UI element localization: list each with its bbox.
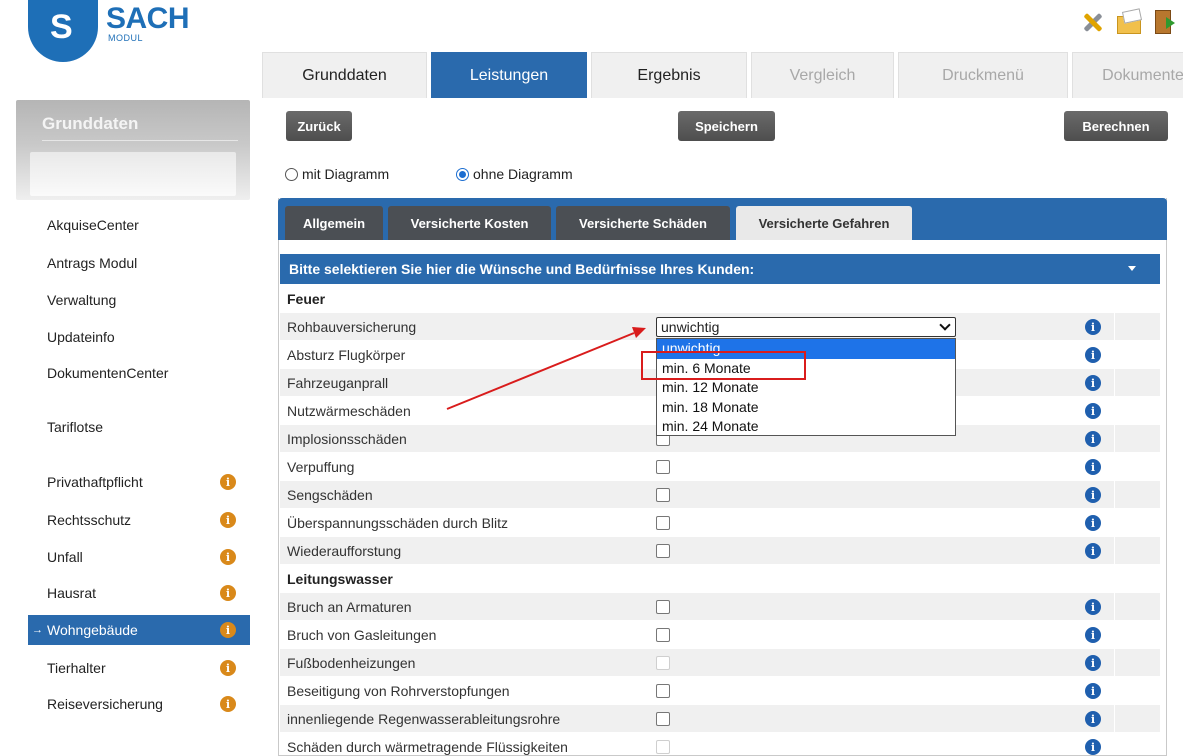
info-icon[interactable]: i xyxy=(1085,711,1101,727)
radio-icon[interactable] xyxy=(285,167,298,181)
info-icon[interactable]: i xyxy=(1085,655,1101,671)
checkbox-disabled xyxy=(656,740,670,754)
row-bruch-armaturen: Bruch an Armaturen i xyxy=(280,593,1160,621)
info-icon[interactable]: i xyxy=(220,512,236,528)
arrow-right-icon: → xyxy=(32,624,43,636)
info-icon[interactable]: i xyxy=(1085,487,1101,503)
radio-with-diagram[interactable]: mit Diagramm xyxy=(285,166,389,182)
sidebar-item-dokumentencenter[interactable]: DokumentenCenter xyxy=(28,358,250,388)
info-icon[interactable]: i xyxy=(1085,375,1101,391)
info-icon[interactable]: i xyxy=(1085,403,1101,419)
sidebar-item-tariflotse[interactable]: Tariflotse xyxy=(28,412,250,442)
exit-icon[interactable] xyxy=(1151,8,1177,34)
export-icon[interactable] xyxy=(1115,8,1141,34)
sidebar-divider xyxy=(42,140,238,141)
sidebar-item-unfall[interactable]: Unfall i xyxy=(28,542,250,572)
sidebar-item-wohngebaeude[interactable]: → Wohngebäude i xyxy=(28,615,250,645)
sidebar-item-rechtsschutz[interactable]: Rechtsschutz i xyxy=(28,505,250,535)
group-feuer: Feuer xyxy=(280,285,1160,313)
row-wiederaufforstung: Wiederaufforstung i xyxy=(280,537,1160,565)
subtab-versicherte-schaeden[interactable]: Versicherte Schäden xyxy=(556,206,730,240)
dropdown-option[interactable]: min. 18 Monate xyxy=(657,398,955,418)
settings-icon[interactable] xyxy=(1079,8,1105,34)
group-leitungswasser: Leitungswasser xyxy=(280,565,1160,593)
info-icon[interactable]: i xyxy=(1085,543,1101,559)
calculate-button[interactable]: Berechnen xyxy=(1064,111,1168,141)
checkbox[interactable] xyxy=(656,544,670,558)
checkbox[interactable] xyxy=(656,460,670,474)
radio-checked-icon[interactable] xyxy=(456,167,469,181)
chevron-down-icon[interactable] xyxy=(939,319,951,331)
section-header[interactable]: Bitte selektieren Sie hier die Wünsche u… xyxy=(280,254,1160,284)
info-icon[interactable]: i xyxy=(1085,319,1101,335)
dropdown-option[interactable]: min. 24 Monate xyxy=(657,417,955,437)
info-icon[interactable]: i xyxy=(1085,515,1101,531)
rohbau-select[interactable]: unwichtig xyxy=(656,317,956,337)
logo-mark: S xyxy=(28,0,98,62)
info-icon[interactable]: i xyxy=(1085,431,1101,447)
subtab-versicherte-kosten[interactable]: Versicherte Kosten xyxy=(388,206,551,240)
checkbox-disabled xyxy=(656,656,670,670)
toolbar-icons xyxy=(1079,8,1177,34)
checkbox[interactable] xyxy=(656,628,670,642)
sidebar-item-antrags-modul[interactable]: Antrags Modul xyxy=(28,248,250,278)
info-icon[interactable]: i xyxy=(1085,683,1101,699)
radio-without-diagram[interactable]: ohne Diagramm xyxy=(456,166,573,182)
info-icon[interactable]: i xyxy=(220,549,236,565)
sidebar-item-tierhalter[interactable]: Tierhalter i xyxy=(28,653,250,683)
sidebar-header: Grunddaten xyxy=(16,100,250,200)
checkbox[interactable] xyxy=(656,488,670,502)
subtab-versicherte-gefahren[interactable]: Versicherte Gefahren xyxy=(736,206,912,240)
subtab-allgemein[interactable]: Allgemein xyxy=(285,206,383,240)
row-bruch-gasleitungen: Bruch von Gasleitungen i xyxy=(280,621,1160,649)
checkbox[interactable] xyxy=(656,600,670,614)
info-icon[interactable]: i xyxy=(1085,599,1101,615)
row-sengschaeden: Sengschäden i xyxy=(280,481,1160,509)
checkbox[interactable] xyxy=(656,712,670,726)
tab-vergleich: Vergleich xyxy=(751,52,894,98)
sidebar-item-updateinfo[interactable]: Updateinfo xyxy=(28,322,250,352)
sidebar-item-akquisecenter[interactable]: AkquiseCenter xyxy=(28,210,250,240)
info-icon[interactable]: i xyxy=(1085,347,1101,363)
save-button[interactable]: Speichern xyxy=(678,111,775,141)
back-button[interactable]: Zurück xyxy=(286,111,352,141)
row-verpuffung: Verpuffung i xyxy=(280,453,1160,481)
row-regenwasserableitungsrohre: innenliegende Regenwasserableitungsrohre… xyxy=(280,705,1160,733)
sidebar-info-box xyxy=(30,152,236,196)
info-icon[interactable]: i xyxy=(1085,459,1101,475)
tab-grunddaten[interactable]: Grunddaten xyxy=(262,52,427,98)
sidebar-item-privathaftpflicht[interactable]: Privathaftpflicht i xyxy=(28,467,250,497)
row-fussbodenheizungen: Fußbodenheizungen i xyxy=(280,649,1160,677)
info-icon[interactable]: i xyxy=(1085,739,1101,755)
caret-down-icon[interactable] xyxy=(1128,266,1136,271)
sidebar-item-hausrat[interactable]: Hausrat i xyxy=(28,578,250,608)
checkbox[interactable] xyxy=(656,516,670,530)
tab-ergebnis[interactable]: Ergebnis xyxy=(591,52,747,98)
info-icon[interactable]: i xyxy=(1085,627,1101,643)
row-rohrverstopfungen: Beseitigung von Rohrverstopfungen i xyxy=(280,677,1160,705)
tab-dokumente: Dokumente xyxy=(1072,52,1183,98)
info-icon[interactable]: i xyxy=(220,474,236,490)
logo-subtitle: MODUL xyxy=(108,33,144,43)
info-icon[interactable]: i xyxy=(220,660,236,676)
annotation-highlight-box xyxy=(641,351,806,380)
sidebar-item-reiseversicherung[interactable]: Reiseversicherung i xyxy=(28,689,250,719)
sidebar-title: Grunddaten xyxy=(42,114,139,133)
logo-name: SACH xyxy=(106,2,190,35)
main-tabs: Grunddaten Leistungen Ergebnis Vergleich… xyxy=(262,52,1183,98)
row-waermetragende-fluessigkeiten: Schäden durch wärmetragende Flüssigkeite… xyxy=(280,733,1160,756)
app-logo: S SACH MODUL xyxy=(28,0,190,62)
tab-leistungen[interactable]: Leistungen xyxy=(431,52,587,98)
tab-druckmenue: Druckmenü xyxy=(898,52,1068,98)
info-icon[interactable]: i xyxy=(220,585,236,601)
sidebar-item-verwaltung[interactable]: Verwaltung xyxy=(28,285,250,315)
dropdown-option[interactable]: min. 12 Monate xyxy=(657,378,955,398)
row-ueberspannungsschaeden: Überspannungsschäden durch Blitz i xyxy=(280,509,1160,537)
info-icon[interactable]: i xyxy=(220,622,236,638)
checkbox[interactable] xyxy=(656,684,670,698)
info-icon[interactable]: i xyxy=(220,696,236,712)
